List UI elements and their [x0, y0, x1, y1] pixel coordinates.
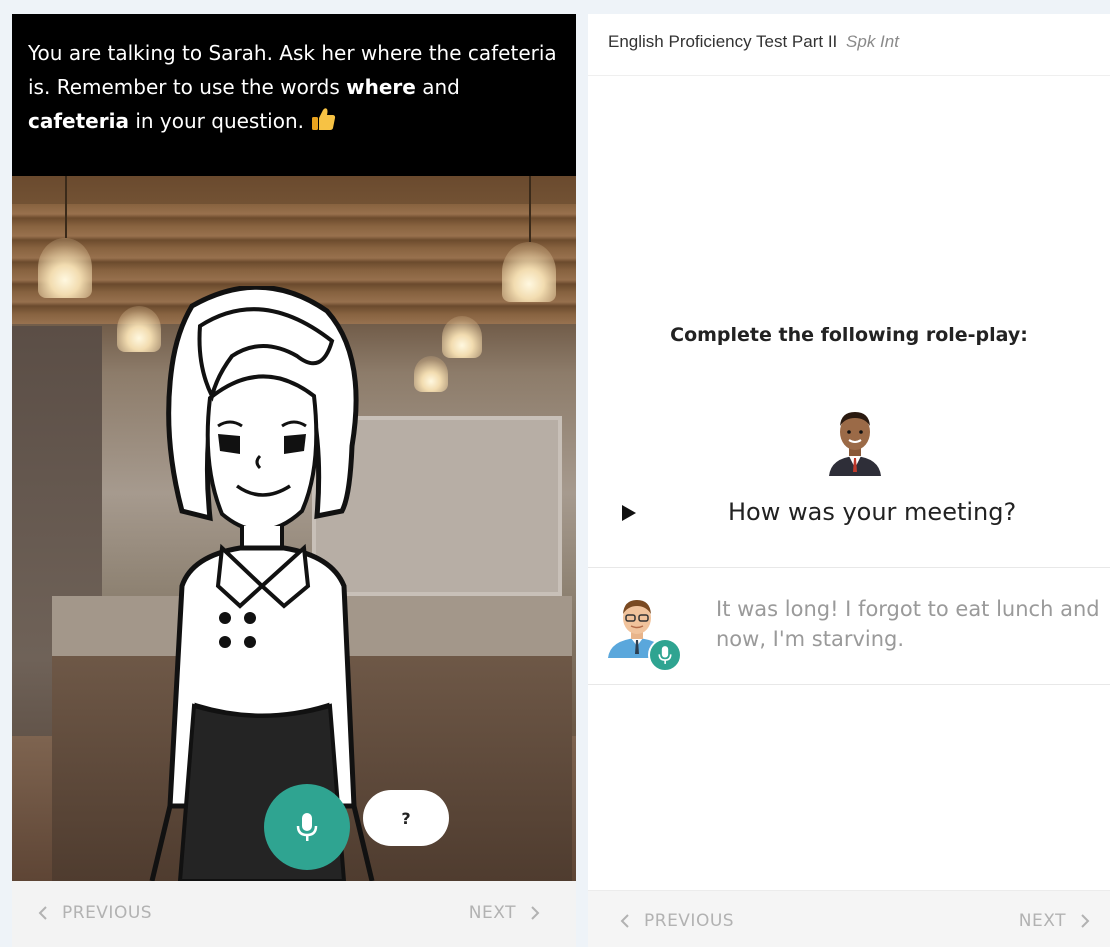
test-subtitle: Spk Int — [846, 32, 899, 51]
test-title: English Proficiency Test Part II — [608, 32, 838, 51]
keyword-where: where — [346, 75, 416, 99]
cafeteria-scene: ? — [12, 176, 576, 881]
next-button[interactable]: NEXT — [469, 903, 540, 923]
keyword-cafeteria: cafeteria — [28, 109, 129, 133]
app-page: You are talking to Sarah. Ask her where … — [0, 0, 1110, 947]
prompt-text: in your question. — [128, 109, 311, 133]
sarah-character — [149, 286, 375, 881]
instruction-prompt: You are talking to Sarah. Ask her where … — [12, 14, 576, 176]
microphone-icon — [296, 813, 318, 841]
previous-label: PREVIOUS — [644, 911, 735, 931]
pendant-lamp — [414, 356, 448, 392]
thumbs-up-icon — [310, 106, 336, 142]
lamp-cord — [529, 176, 531, 242]
chevron-left-icon — [620, 914, 629, 928]
pendant-lamp — [502, 242, 556, 302]
help-button[interactable]: ? — [363, 790, 449, 846]
next-label: NEXT — [468, 903, 516, 923]
test-header: English Proficiency Test Part II Spk Int — [588, 14, 1110, 76]
divider — [588, 684, 1110, 685]
test-panel: English Proficiency Test Part II Spk Int… — [588, 14, 1110, 947]
previous-button[interactable]: PREVIOUS — [620, 911, 734, 931]
prompt-text: You are talking to Sarah. Ask her where … — [28, 41, 557, 99]
play-audio-button[interactable] — [618, 502, 640, 524]
previous-label: PREVIOUS — [62, 903, 153, 923]
pendant-lamp — [38, 238, 92, 298]
microphone-icon — [658, 646, 672, 664]
roleplay-panel: You are talking to Sarah. Ask her where … — [12, 14, 576, 947]
previous-button[interactable]: PREVIOUS — [38, 903, 152, 923]
play-icon — [622, 505, 636, 521]
task-title: Complete the following role-play: — [670, 324, 1028, 346]
chevron-left-icon — [38, 906, 47, 920]
record-microphone-button[interactable] — [264, 784, 350, 870]
question-text: How was your meeting? — [728, 498, 1017, 526]
left-bottom-nav: PREVIOUS NEXT — [12, 881, 576, 947]
speaker-avatar — [829, 412, 881, 476]
prompt-text: and — [415, 75, 460, 99]
next-button[interactable]: NEXT — [1019, 911, 1090, 931]
next-label: NEXT — [1018, 911, 1066, 931]
chevron-right-icon — [1081, 914, 1090, 928]
lamp-cord — [65, 176, 67, 238]
answer-text: It was long! I forgot to eat lunch and n… — [716, 597, 1100, 651]
chevron-right-icon — [531, 906, 540, 920]
right-bottom-nav: PREVIOUS NEXT — [588, 890, 1110, 947]
pendant-lamp — [442, 316, 482, 358]
recording-badge — [648, 638, 682, 672]
answer-row: It was long! I forgot to eat lunch and n… — [588, 568, 1110, 684]
